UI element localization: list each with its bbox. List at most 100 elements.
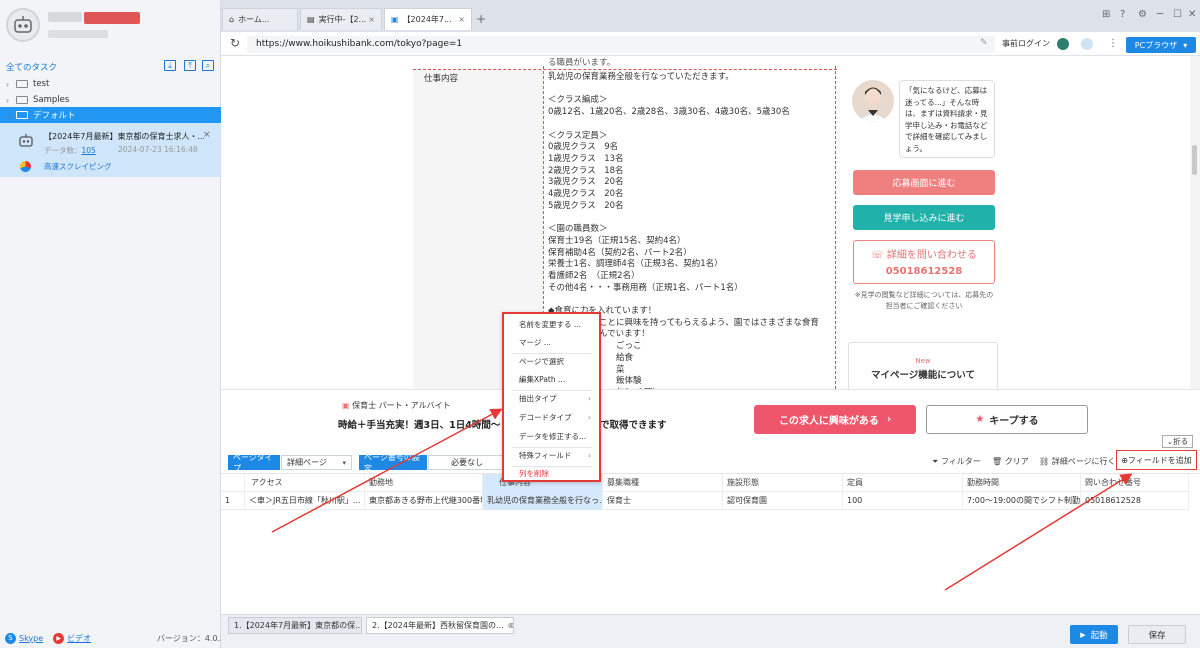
keep-button[interactable]: ★ キープする [926,405,1088,434]
prelogin-button[interactable]: 事前ログイン [1002,38,1050,49]
help-icon[interactable]: ? [1120,9,1125,20]
grid-cell[interactable]: 7:00〜19:00の間でシフト制勤... [963,492,1081,510]
menu-item-select-in-page[interactable]: ページで選択 [504,354,599,370]
video-link[interactable]: ビデオ [67,633,91,644]
add-field-label: フィールドを追加 [1127,455,1192,465]
reload-icon[interactable]: ↻ [230,36,240,50]
workflow-tab-1[interactable]: 1.【2024年7月最新】東京都の保... [228,617,362,634]
grid-header-row: アクセス 勤務地 仕事内容 募集職種 施設形態 定員 勤務時間 問い合わせ番号 [221,474,1189,492]
profile-avatar[interactable] [6,8,40,42]
tab-label: 【2024年7... [402,15,452,24]
grid-cell[interactable]: 東京都あきる野市上代継300番地 [365,492,483,510]
grid-header-cell[interactable]: 問い合わせ番号 [1081,474,1189,492]
skype-icon: S [5,632,16,644]
fold-button[interactable]: ⌄ 折る [1162,435,1193,448]
workflow-tab-2[interactable]: 2.【2024年最新】西秋留保育園の... ⊗ [366,617,514,634]
grid-header-cell[interactable]: アクセス [245,474,365,492]
close-window-icon[interactable]: ✕ [1188,9,1196,20]
filter-button[interactable]: ⏷ フィルター [932,456,981,467]
menu-item-label: 特殊フィールド [519,451,572,460]
tour-button[interactable]: 見学申し込みに進む [853,205,995,230]
menu-item-extract-type[interactable]: 抽出タイプ › [504,391,599,407]
job-headline-tail: で取得できます [600,420,667,431]
grid-cell[interactable]: 05018612528 [1081,492,1189,510]
close-tab-icon[interactable]: × [368,15,375,24]
grid-cell[interactable]: ＜車＞JR五日市線「秋川駅」... [245,492,365,510]
settings-icon[interactable]: ⚙ [1138,9,1147,20]
user-agent-icon[interactable] [1081,38,1093,50]
menu-item-label: デコードタイプ [519,413,572,422]
grid-header-cell[interactable]: 勤務地 [365,474,483,492]
minimize-icon[interactable]: ─ [1157,9,1163,20]
import-icon[interactable]: ⤓ [164,60,176,71]
menu-item-merge[interactable]: マージ ... [504,335,599,351]
document-icon: ▤ [307,15,315,24]
job-tags: ▣ 保育士 パート・アルバイト [342,400,451,411]
more-icon[interactable]: ⋮ [1108,38,1118,49]
tab-current[interactable]: ▣ 【2024年7... × [384,8,472,30]
grid-cell-selected[interactable]: 乳幼児の保育業務全般を行なっ... [483,492,603,510]
tab-home[interactable]: ⌂ ホーム... [222,8,298,30]
task-title[interactable]: 【2024年7月最新】東京都の保育士求人・... [44,131,204,142]
start-button[interactable]: ▶ 起動 [1070,625,1118,644]
goto-detail-button[interactable]: ⛓ 詳細ページに行く [1039,456,1116,467]
previous-text: る職員がいます。 [548,58,616,68]
grid-empty-area [221,511,1189,614]
ip-icon[interactable] [1057,38,1069,50]
chevron-right-icon: › [6,95,10,105]
url-input[interactable]: https://www.hoikushibank.com/tokyo?page=… [247,36,995,53]
contact-button[interactable]: ☏ 詳細を問い合わせる 05018612528 [853,240,995,284]
sidebar-item-label: デフォルト [33,111,76,121]
menu-item-edit-xpath[interactable]: 編集XPath ... [504,372,599,388]
web-scrollbar[interactable] [1190,56,1200,389]
grid-header-cell[interactable]: 勤務時間 [963,474,1081,492]
grid-cell[interactable]: 100 [843,492,963,510]
close-tab-icon[interactable]: × [458,15,465,24]
star-icon: ★ [975,414,985,425]
fast-scraping-label[interactable]: 高速スクレイピング [44,161,112,172]
menu-item-special-field[interactable]: 特殊フィールド › [504,448,599,464]
page-number-select[interactable]: 必要なし [428,455,503,470]
grid-header-cell[interactable]: 定員 [843,474,963,492]
menu-item-rename[interactable]: 名前を変更する ... [504,317,599,333]
skype-link[interactable]: Skype [19,634,43,643]
search-task-icon[interactable]: ⌕ [202,60,214,71]
grid-cell[interactable]: 保育士 [603,492,723,510]
menu-item-decode-type[interactable]: デコードタイプ › [504,410,599,426]
all-tasks-title[interactable]: 全てのタスク [6,61,57,73]
apply-button[interactable]: 応募画面に進む [853,170,995,195]
maximize-icon[interactable]: ☐ [1173,9,1182,20]
caret-down-icon: ▾ [1183,40,1188,50]
bag-icon: ▣ [342,401,353,410]
save-button[interactable]: 保存 [1128,625,1186,644]
mypage-card[interactable]: New マイページ機能について [848,342,998,392]
close-tab-icon[interactable]: ⊗ [508,621,513,630]
close-icon[interactable]: × [203,130,211,140]
pc-browser-select[interactable]: PCブラウザ ▾ [1126,37,1196,53]
tab-running[interactable]: ▤ 実行中-【2... × [300,8,382,30]
clear-label: クリア [1004,457,1029,466]
sidebar-item-test[interactable]: › test [0,76,221,92]
export-icon[interactable]: ⤒ [184,60,196,71]
version-label: バージョン：4.0.2 [157,634,226,643]
interest-button[interactable]: この求人に興味がある › [754,405,916,434]
data-count-link[interactable]: 105 [82,146,96,155]
task-date: 2024-07-23 16:16:48 [118,145,198,154]
grid-header-cell[interactable]: 募集職種 [603,474,723,492]
menu-item-delete-column[interactable]: 列を削除 [504,466,599,482]
scroll-thumb[interactable] [1192,145,1197,175]
edit-url-icon[interactable]: ✎ [980,38,988,48]
add-field-button[interactable]: ⊕ フィールドを追加 [1116,450,1197,470]
menu-item-modify-data[interactable]: データを修正する... [504,429,599,445]
clear-button[interactable]: 🗑 クリア [992,456,1029,467]
sidebar-item-samples[interactable]: › Samples [0,92,221,108]
sidebar-item-label: Samples [33,95,70,105]
gift-icon[interactable]: ⊞ [1102,9,1110,20]
video-icon: ▶ [53,632,65,644]
grid-cell[interactable]: 認可保育園 [723,492,843,510]
grid-header-cell[interactable]: 施設形態 [723,474,843,492]
page-type-select[interactable]: 詳細ページ ▾ [281,455,352,470]
sidebar-item-default[interactable]: ⌄ デフォルト [0,107,221,123]
fold-label: 折る [1173,437,1189,446]
new-tab-icon[interactable]: + [476,12,486,26]
